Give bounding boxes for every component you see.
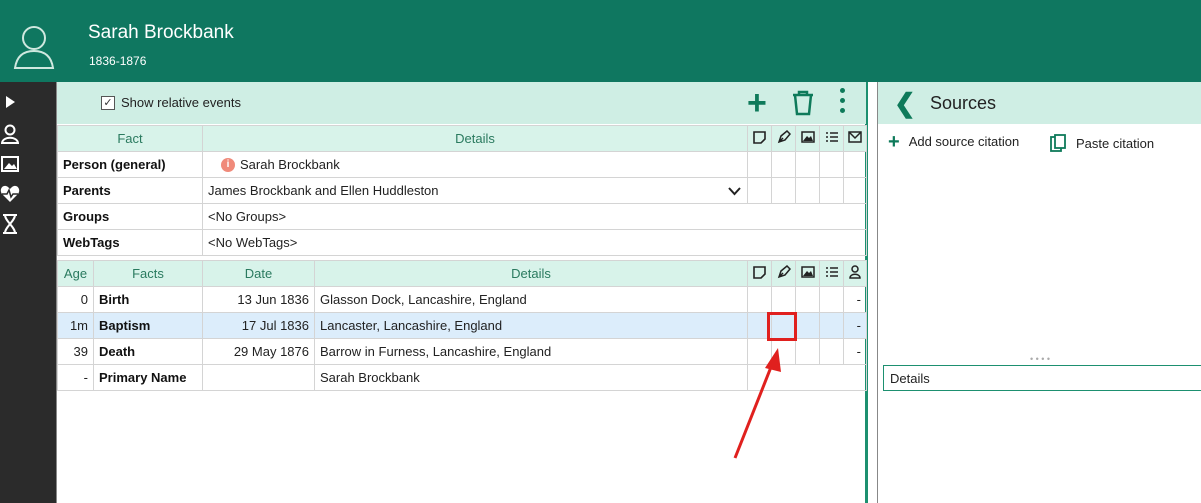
facts-toolbar: ✓ Show relative events + [57,82,866,124]
person-header: Sarah Brockbank 1836-1876 [0,0,1201,82]
red-arrow-annotation [733,348,781,459]
date-column-header: Date [202,260,315,287]
note-icon [747,260,772,287]
date-cell [202,364,315,391]
facts-table-header: Fact Details [57,125,867,152]
fact-column-header: Fact [57,125,203,152]
details-cell[interactable]: i Sarah Brockbank [202,151,748,178]
person-silhouette-icon [13,26,55,69]
facts-column-header: Facts [93,260,203,287]
details-cell: Sarah Brockbank [314,364,748,391]
media-icon [795,125,820,152]
details-cell: Lancaster, Lancashire, England [314,312,748,339]
person-name: Sarah Brockbank [88,22,234,43]
age-cell: - [57,364,94,391]
table-row[interactable]: Parents James Brockbank and Ellen Huddle… [57,177,867,204]
add-source-citation-label: Add source citation [908,134,1020,149]
table-row[interactable]: Person (general) i Sarah Brockbank [57,151,867,178]
chevron-down-icon[interactable] [728,184,741,199]
age-cell: 1m [57,312,94,339]
person-icon[interactable] [0,120,20,148]
details-text: James Brockbank and Ellen Huddleston [208,183,439,198]
details-column-header: Details [202,125,748,152]
mail-icon [843,125,867,152]
highlight-box-annotation [767,312,797,341]
timeline-hourglass-icon[interactable] [0,210,20,238]
details-cell[interactable]: <No WebTags> [202,229,867,256]
flag-cell: - [843,312,867,339]
fact-cell: Death [93,338,203,365]
fact-cell: Baptism [93,312,203,339]
sources-panel: ❮ Sources + Add source citation Paste ci… [877,82,1201,503]
show-relative-events-label: Show relative events [121,95,241,110]
fact-cell: Groups [57,203,203,230]
table-row[interactable]: Groups <No Groups> [57,203,867,230]
details-cell: Glasson Dock, Lancashire, England [314,286,748,313]
delete-trash-icon[interactable] [791,90,815,116]
age-column-header: Age [57,260,94,287]
table-row[interactable]: 0 Birth 13 Jun 1836 Glasson Dock, Lancas… [57,286,867,313]
paste-clipboard-icon [1050,134,1066,152]
show-relative-events-checkbox[interactable]: ✓ [101,96,115,110]
side-rail [0,82,56,503]
details-column-header: Details [314,260,748,287]
details-cell: Barrow in Furness, Lancashire, England [314,338,748,365]
expand-arrow-icon[interactable] [0,88,20,116]
add-source-citation-button[interactable]: + Add source citation [888,130,1020,153]
facts-table: Fact Details Person (general) i Sarah Bro… [57,125,867,256]
info-icon: i [221,158,235,173]
fact-cell: Person (general) [57,151,203,178]
paste-citation-button[interactable]: Paste citation [1050,134,1154,152]
add-fact-plus-icon[interactable]: + [747,86,767,120]
person-dates: 1836-1876 [89,54,147,68]
flag-cell: - [843,338,867,365]
sources-title: Sources [930,93,997,113]
more-options-icon[interactable] [840,88,846,118]
date-cell: 17 Jul 1836 [202,312,315,339]
details-cell[interactable]: James Brockbank and Ellen Huddleston [202,177,748,204]
fact-cell: WebTags [57,229,203,256]
events-table-header: Age Facts Date Details [57,260,867,287]
person-icon [843,260,867,287]
media-icon [795,260,820,287]
citation-pen-icon [771,260,796,287]
panel-splitter-handle[interactable]: • • • • [878,355,1201,365]
plus-icon: + [888,130,900,153]
age-cell: 0 [57,286,94,313]
sources-header: ❮ Sources [878,82,1201,124]
date-cell: 29 May 1876 [202,338,315,365]
task-list-icon [819,260,844,287]
media-icon[interactable] [0,150,20,178]
flag-cell: - [843,286,867,313]
health-icon[interactable] [0,180,20,208]
fact-cell: Primary Name [93,364,203,391]
fact-cell: Parents [57,177,203,204]
paste-citation-label: Paste citation [1076,135,1155,151]
age-cell: 39 [57,338,94,365]
table-row-selected[interactable]: 1m Baptism 17 Jul 1836 Lancaster, Lancas… [57,312,867,339]
citation-pen-icon [771,125,796,152]
fact-cell: Birth [93,286,203,313]
table-row[interactable]: WebTags <No WebTags> [57,229,867,256]
date-cell: 13 Jun 1836 [202,286,315,313]
details-text: Sarah Brockbank [240,156,340,172]
details-header: Details [883,365,1201,391]
task-list-icon [819,125,844,152]
back-chevron-icon[interactable]: ❮ [894,90,916,116]
details-cell[interactable]: <No Groups> [202,203,867,230]
note-icon [747,125,772,152]
